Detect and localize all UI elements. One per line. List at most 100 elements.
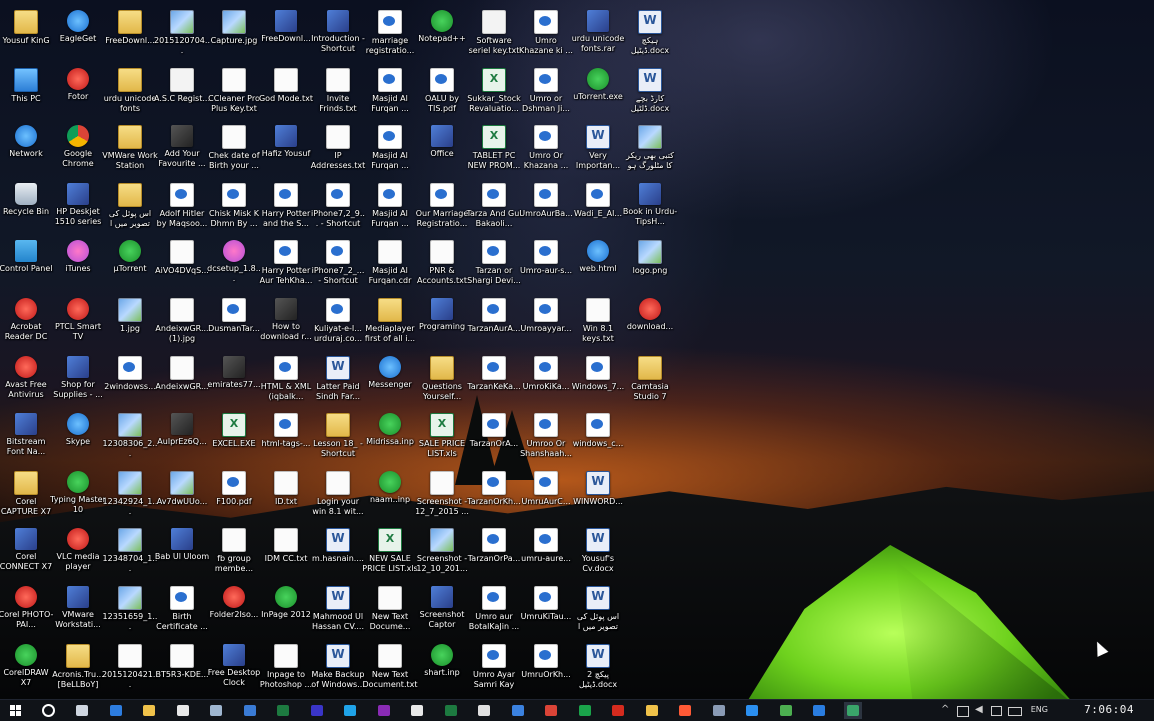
desktop-icon[interactable]: IP Addresses.txt bbox=[310, 125, 366, 183]
desktop-icon[interactable]: Bitstream Font Na... bbox=[0, 413, 54, 471]
desktop-icon[interactable]: Chisk Misk K Dhmn By ... bbox=[206, 182, 262, 241]
desktop-icon[interactable]: FreeDownl... bbox=[258, 10, 314, 68]
desktop-icon[interactable]: God Mode.txt bbox=[258, 67, 314, 126]
taskbar-app-chrome[interactable] bbox=[542, 702, 560, 719]
desktop-icon[interactable]: iTunes bbox=[50, 240, 106, 298]
keyboard-icon[interactable] bbox=[1008, 707, 1022, 716]
volume-icon[interactable]: ◀ bbox=[975, 704, 983, 715]
taskbar-app-folder[interactable] bbox=[643, 702, 661, 719]
taskbar-app-skype[interactable] bbox=[341, 702, 359, 719]
desktop-icon[interactable]: BT5R3-KDE... bbox=[154, 643, 210, 699]
taskbar-app-file-explorer[interactable] bbox=[140, 702, 158, 719]
start-button[interactable] bbox=[6, 702, 24, 719]
desktop-icon[interactable]: HP Deskjet 1510 series bbox=[50, 182, 106, 241]
desktop-icon[interactable]: Umro Ayar Samri Kay C... bbox=[466, 643, 522, 699]
desktop-icon[interactable]: Mahmood Ul Hassan CV.... bbox=[310, 586, 366, 644]
taskbar-app-app-arrow[interactable] bbox=[207, 702, 225, 719]
desktop-icon[interactable]: Make Backup of Windows... bbox=[310, 643, 366, 699]
taskbar-app-app-blue-2[interactable] bbox=[509, 702, 527, 719]
desktop-icon[interactable]: Yousuf KinG bbox=[0, 10, 54, 68]
desktop-icon[interactable]: UmruOrKh... bbox=[518, 643, 574, 699]
desktop-icon[interactable]: web.html bbox=[570, 240, 626, 298]
desktop-icon[interactable]: WINWORD... bbox=[570, 470, 626, 529]
desktop-icon[interactable]: Folder2Iso... bbox=[206, 586, 262, 644]
desktop-icon[interactable]: This PC bbox=[0, 67, 54, 126]
desktop-icon[interactable]: Corel CAPTURE X7 bbox=[0, 470, 54, 529]
desktop-icon[interactable]: CCleaner Pro Plus Key.txt bbox=[206, 67, 262, 126]
desktop-icon[interactable]: marriage registratio... bbox=[362, 10, 418, 68]
cortana-button[interactable] bbox=[39, 702, 57, 719]
desktop-icon[interactable]: Camtasia Studio 7 bbox=[622, 355, 678, 414]
desktop-icon[interactable]: Avast Free Antivirus bbox=[0, 355, 54, 414]
desktop-icon[interactable]: Capture.jpg bbox=[206, 10, 262, 68]
desktop-icon[interactable]: Umro Khazane ki ... bbox=[518, 10, 574, 68]
desktop-icon[interactable]: کتبی بھی ریکر کا مٹلورگ ہو bbox=[622, 125, 678, 183]
desktop-icon[interactable]: Inpage to Photoshop ... bbox=[258, 643, 314, 699]
desktop-icon[interactable]: AulprEz6Q... bbox=[154, 413, 210, 471]
desktop-icon[interactable]: download... bbox=[622, 298, 678, 356]
desktop-icon[interactable]: HTML & XML (iqbalk... bbox=[258, 355, 314, 414]
desktop-icon[interactable]: AiVO4DVqS... bbox=[154, 240, 210, 298]
desktop-icon[interactable]: Umro aur BotalKaJin ... bbox=[466, 586, 522, 644]
taskbar-app-utorrent[interactable] bbox=[777, 702, 795, 719]
desktop-icon[interactable]: ہیکچ ڈیٹیل.docx bbox=[622, 10, 678, 68]
network-icon[interactable] bbox=[957, 706, 969, 717]
desktop-icon[interactable]: Notepad++ bbox=[414, 10, 470, 68]
desktop-icon[interactable]: Lesson 18_ - Shortcut bbox=[310, 413, 366, 471]
desktop-icon[interactable]: Our Marriage Registratio... bbox=[414, 182, 470, 241]
desktop-icon[interactable]: Mediaplayer first of all i... bbox=[362, 298, 418, 356]
desktop-icon[interactable]: Typing Master 10 bbox=[50, 470, 106, 529]
desktop-icon[interactable]: logo.png bbox=[622, 240, 678, 298]
desktop-icon[interactable]: Invite Frinds.txt bbox=[310, 67, 366, 126]
desktop-icon[interactable]: New Text Docume... bbox=[362, 586, 418, 644]
desktop-icon[interactable]: Corel CONNECT X7 bbox=[0, 528, 54, 586]
taskbar-app-app-green[interactable] bbox=[576, 702, 594, 719]
desktop-icon[interactable]: naam..inp bbox=[362, 470, 418, 529]
desktop-icon[interactable]: ID.txt bbox=[258, 470, 314, 529]
desktop-icon[interactable]: FreeDownl... bbox=[102, 10, 158, 68]
desktop-icon[interactable]: 2015120704... bbox=[154, 10, 210, 68]
desktop-icon[interactable]: urdu unicode fonts.rar bbox=[570, 10, 626, 68]
desktop-icon[interactable]: EXCEL.EXE bbox=[206, 413, 262, 471]
taskbar-app-photoshop[interactable] bbox=[810, 702, 828, 719]
taskbar-app-store[interactable] bbox=[174, 702, 192, 719]
desktop-icon[interactable]: VLC media player bbox=[50, 528, 106, 586]
desktop-icon[interactable]: Programing bbox=[414, 298, 470, 356]
desktop-icon[interactable]: Umroayyar... bbox=[518, 298, 574, 356]
taskbar-app-app-grey[interactable] bbox=[710, 702, 728, 719]
desktop-icon[interactable]: A.S.C Regist... bbox=[154, 67, 210, 126]
desktop-icon[interactable]: AndeixwGR... bbox=[154, 355, 210, 414]
desktop-icon[interactable]: TarzanAurA... bbox=[466, 298, 522, 356]
desktop-icon[interactable]: TarzanKeKa... bbox=[466, 355, 522, 414]
desktop-icon[interactable]: Yousuf's Cv.docx bbox=[570, 528, 626, 586]
desktop-icon[interactable]: 12342924_1... bbox=[102, 470, 158, 529]
desktop-icon[interactable]: Messenger bbox=[362, 355, 418, 414]
desktop-icon[interactable]: Shop for Supplies - ... bbox=[50, 355, 106, 414]
taskbar-app-messenger[interactable] bbox=[743, 702, 761, 719]
taskbar-app-mail[interactable] bbox=[408, 702, 426, 719]
desktop-icon[interactable]: Umro or Dshman Ji... bbox=[518, 67, 574, 126]
taskbar-app-app-active[interactable] bbox=[843, 702, 862, 719]
desktop-icon[interactable]: TarzanOrPa... bbox=[466, 528, 522, 586]
desktop-icon[interactable]: iPhone7,2_9... - Shortcut bbox=[310, 182, 366, 241]
desktop-icon[interactable]: html-tags-... bbox=[258, 413, 314, 471]
desktop-icon[interactable]: UmruAurC... bbox=[518, 470, 574, 529]
desktop-icon[interactable]: Masjid Al Furqan ... bbox=[362, 67, 418, 126]
desktop-icon[interactable]: Bab Ul Uloom bbox=[154, 528, 210, 586]
desktop-icon[interactable]: Recycle Bin bbox=[0, 182, 54, 241]
desktop-icon[interactable]: AndeixwGR... (1).jpg bbox=[154, 298, 210, 356]
taskbar-app-app-purple[interactable] bbox=[308, 702, 326, 719]
desktop-icon[interactable]: Kuliyat-e-I... urduraj.co... bbox=[310, 298, 366, 356]
desktop-icon[interactable]: Corel PHOTO-PAI... bbox=[0, 586, 54, 644]
desktop-icon[interactable]: Adolf Hitler by Maqsoo... bbox=[154, 182, 210, 241]
desktop-icon[interactable]: Hafiz Yousuf bbox=[258, 125, 314, 183]
desktop-icon[interactable]: shart.inp bbox=[414, 643, 470, 699]
taskbar-app-acrobat[interactable] bbox=[609, 702, 627, 719]
desktop-icon[interactable]: Acronis.Tru... [BeLLBoY] bbox=[50, 643, 106, 699]
desktop-icon[interactable]: NEW SALE PRICE LIST.xls bbox=[362, 528, 418, 586]
taskbar-app-task-view[interactable] bbox=[73, 702, 91, 719]
desktop-icon[interactable]: IDM CC.txt bbox=[258, 528, 314, 586]
desktop-icon[interactable]: 2windowss... bbox=[102, 355, 158, 414]
desktop-icon[interactable]: dcsetup_1.8... bbox=[206, 240, 262, 298]
desktop-icon[interactable]: Tarzan or Shargi Devi... bbox=[466, 240, 522, 298]
